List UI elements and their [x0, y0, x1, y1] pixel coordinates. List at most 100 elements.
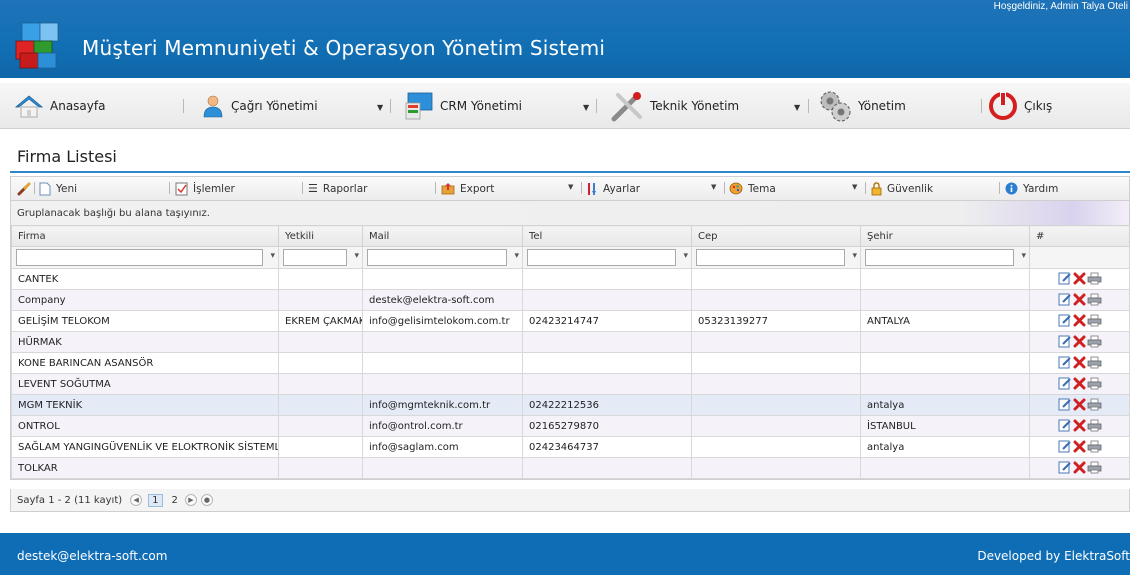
column-header[interactable]: Yetkili — [278, 225, 363, 247]
table-row[interactable]: GELİŞİM TELOKOM EKREM ÇAKMAK info@gelisimt… — [11, 310, 1130, 332]
table-cell — [860, 373, 1030, 395]
edit-icon[interactable] — [1058, 440, 1072, 453]
delete-icon[interactable] — [1073, 377, 1086, 390]
print-icon[interactable] — [1087, 356, 1102, 369]
print-icon[interactable] — [1087, 461, 1102, 474]
filter-icon[interactable]: ▾ — [354, 251, 359, 261]
nav-technical[interactable]: Teknik Yönetim — [610, 83, 739, 129]
delete-icon[interactable] — [1073, 398, 1086, 411]
filter-input[interactable] — [696, 248, 845, 266]
toolbar-operations[interactable]: İşlemler — [175, 177, 235, 200]
print-icon[interactable] — [1087, 293, 1102, 306]
filter-icon[interactable]: ▾ — [270, 251, 275, 261]
edit-icon[interactable] — [1058, 314, 1072, 327]
filter-icon[interactable]: ▾ — [683, 251, 688, 261]
all-pages-icon[interactable]: ● — [200, 494, 213, 506]
chevron-down-icon[interactable]: ▼ — [583, 103, 589, 112]
toolbar-security[interactable]: Güvenlik — [871, 177, 933, 200]
column-header[interactable]: Tel — [522, 225, 692, 247]
column-header[interactable]: Cep — [691, 225, 861, 247]
table-row[interactable]: CANTEK — [11, 268, 1130, 290]
delete-icon[interactable] — [1073, 293, 1086, 306]
delete-icon[interactable] — [1073, 272, 1086, 285]
edit-icon[interactable] — [1058, 293, 1072, 306]
filter-input[interactable] — [367, 248, 507, 266]
gears-icon — [820, 91, 851, 122]
filter-input[interactable] — [283, 248, 347, 266]
table-row[interactable]: MGM TEKNİK info@mgmteknik.com.tr 024222125… — [11, 394, 1130, 416]
nav-crm[interactable]: CRM Yönetimi — [404, 83, 522, 129]
table-cell — [691, 331, 861, 353]
edit-icon[interactable] — [1058, 398, 1072, 411]
toolbar-new[interactable]: Yeni — [39, 177, 77, 200]
nav-calls[interactable]: Çağrı Yönetimi — [201, 83, 318, 129]
edit-icon[interactable] — [1058, 272, 1072, 285]
table-row[interactable]: HÜRMAK — [11, 331, 1130, 353]
delete-icon[interactable] — [1073, 314, 1086, 327]
chevron-down-icon[interactable]: ▼ — [711, 183, 716, 191]
delete-icon[interactable] — [1073, 356, 1086, 369]
toolbar-export[interactable]: Export — [441, 177, 494, 200]
table-row[interactable]: TOLKAR — [11, 457, 1130, 479]
delete-icon[interactable] — [1073, 440, 1086, 453]
filter-icon[interactable]: ▾ — [514, 251, 519, 261]
nav-admin[interactable]: Yönetim — [818, 83, 906, 129]
table-row[interactable]: LEVENT SOĞUTMA — [11, 373, 1130, 395]
toolbar-reports[interactable]: ☰ Raporlar — [308, 177, 367, 200]
column-header[interactable]: # — [1029, 225, 1130, 247]
print-icon[interactable] — [1087, 377, 1102, 390]
table-cell — [860, 457, 1030, 479]
next-page-icon[interactable]: ▶ — [184, 494, 197, 506]
print-icon[interactable] — [1087, 419, 1102, 432]
filter-cell: ▾ — [522, 246, 692, 269]
table-cell — [691, 394, 861, 416]
print-icon[interactable] — [1087, 314, 1102, 327]
print-icon[interactable] — [1087, 272, 1102, 285]
edit-icon[interactable] — [1058, 461, 1072, 474]
filter-icon[interactable]: ▾ — [852, 251, 857, 261]
page-2-button[interactable]: 2 — [169, 495, 181, 506]
table-cell — [522, 457, 692, 479]
edit-icon[interactable] — [1058, 377, 1072, 390]
edit-icon[interactable] — [1058, 356, 1072, 369]
toolbar-theme[interactable]: Tema — [729, 177, 776, 200]
column-header[interactable]: Firma — [11, 225, 279, 247]
delete-icon[interactable] — [1073, 419, 1086, 432]
edit-icon[interactable] — [1058, 419, 1072, 432]
nav-logout[interactable]: Çıkış — [988, 83, 1052, 129]
table-cell: Company — [11, 289, 279, 311]
chevron-down-icon[interactable]: ▼ — [794, 103, 800, 112]
chevron-down-icon[interactable]: ▼ — [377, 103, 383, 112]
filter-icon[interactable]: ▾ — [1021, 251, 1026, 261]
table-cell — [522, 331, 692, 353]
filter-input[interactable] — [527, 248, 676, 266]
toolbar-settings[interactable]: Ayarlar — [586, 177, 640, 200]
prev-page-icon[interactable]: ◀ — [130, 494, 143, 506]
filter-input[interactable] — [16, 248, 263, 266]
table-cell: TOLKAR — [11, 457, 279, 479]
delete-icon[interactable] — [1073, 461, 1086, 474]
filter-input[interactable] — [865, 248, 1014, 266]
table-cell: KONE BARINCAN ASANSÖR — [11, 352, 279, 374]
column-header[interactable]: Şehir — [860, 225, 1030, 247]
print-icon[interactable] — [1087, 335, 1102, 348]
delete-icon[interactable] — [1073, 335, 1086, 348]
page-1-button[interactable]: 1 — [148, 493, 163, 507]
table-cell — [691, 415, 861, 437]
table-row[interactable]: KONE BARINCAN ASANSÖR — [11, 352, 1130, 374]
print-icon[interactable] — [1087, 398, 1102, 411]
edit-icon[interactable] — [1058, 335, 1072, 348]
table-row[interactable]: SAĞLAM YANGINGÜVENLİK VE ELOKTRONİK SİST… — [11, 436, 1130, 458]
column-header[interactable]: Mail — [362, 225, 523, 247]
chevron-down-icon[interactable]: ▼ — [568, 183, 573, 191]
table-cell: 05323139277 — [691, 310, 861, 332]
nav-home[interactable]: Anasayfa — [14, 83, 105, 129]
chevron-down-icon[interactable]: ▼ — [852, 183, 857, 191]
table-row[interactable]: ONTROL info@ontrol.com.tr 02165279870 İSTAN… — [11, 415, 1130, 437]
print-icon[interactable] — [1087, 440, 1102, 453]
table-cell — [860, 352, 1030, 374]
group-panel[interactable]: Gruplanacak başlığı bu alana taşıyınız. — [10, 201, 1130, 225]
toolbar-help[interactable]: Yardım — [1005, 177, 1058, 200]
toolbar-brush[interactable] — [17, 177, 31, 200]
table-row[interactable]: Company destek@elektra-soft.com — [11, 289, 1130, 311]
